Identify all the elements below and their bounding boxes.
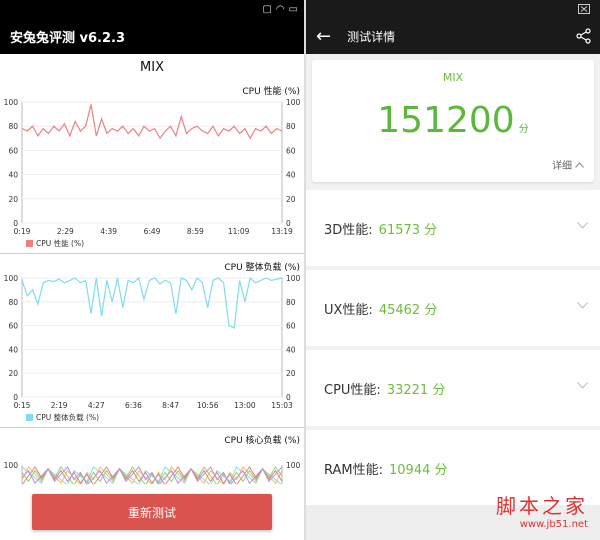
- y-tick-label-left: 100: [4, 461, 19, 470]
- row-label: RAM性能:: [324, 462, 383, 478]
- y-tick-label-left: 100: [4, 274, 19, 283]
- x-tick-label: 15:03: [271, 401, 293, 410]
- row-value: 33221 分: [386, 382, 446, 398]
- score-card: MIX 151200 分 详细: [312, 60, 594, 182]
- chevron-down-icon: [577, 302, 588, 309]
- left-screen: ▢ ◠ ▭ 安兔兔评测 v6.2.3 MIX CPU 性能 (%) 0 0 20 20…: [0, 0, 304, 540]
- score-row-cpu[interactable]: CPU性能: 33221 分: [306, 350, 600, 426]
- cpu-core-load-chart: CPU 核心负载 (%) 100 100: [0, 430, 304, 490]
- row-label: UX性能:: [324, 302, 373, 318]
- score-row-ux[interactable]: UX性能: 45462 分: [306, 270, 600, 346]
- row-value: 45462 分: [378, 302, 438, 318]
- y-tick-label-right: 100: [286, 274, 301, 283]
- y-tick-label-left: 40: [8, 171, 18, 180]
- y-tick-label-right: 60: [286, 146, 296, 155]
- x-tick-label: 10:56: [197, 401, 219, 410]
- detail-label: 详细: [552, 161, 572, 172]
- legend-label: CPU 性能 (%): [36, 239, 84, 248]
- x-tick-label: 2:19: [51, 401, 68, 410]
- series-line: [21, 104, 283, 140]
- y-tick-label-right: 20: [286, 369, 296, 378]
- status-bar: [306, 0, 600, 18]
- notification-icon: ▢: [262, 3, 272, 15]
- chart-plot: 0 020 2040 4060 6080 80100 1000:19 2:29 4:39 6:49…: [4, 98, 301, 236]
- score-device-label: MIX: [442, 71, 464, 84]
- status-bar: ▢ ◠ ▭: [0, 0, 304, 18]
- score-unit: 分: [518, 124, 529, 135]
- chart-plot: 100 100: [4, 461, 301, 490]
- y-tick-label-right: 60: [286, 322, 296, 331]
- y-tick-label-right: 40: [286, 171, 296, 180]
- chevron-down-icon: [577, 222, 588, 229]
- cpu-performance-chart: CPU 性能 (%) 0 0 20 20 40 40 60 60 80 80 100 100 0:19 2…: [0, 80, 304, 252]
- x-tick-label: 13:19: [271, 227, 293, 236]
- battery-icon: ▭: [288, 3, 298, 15]
- x-tick-label: 4:39: [100, 227, 117, 236]
- share-icon[interactable]: [576, 28, 592, 44]
- watermark: 脚本之家 www.jb51.net: [496, 490, 588, 530]
- chevron-up-icon: [575, 161, 584, 168]
- series-line: [21, 276, 283, 329]
- y-tick-label-right: 40: [286, 345, 296, 354]
- x-tick-label: 4:27: [88, 401, 105, 410]
- right-screen: ← 测试详情 MIX 151200 分 详细 3D性能: 61573 分 UX性能…: [306, 0, 600, 540]
- y-tick-label-left: 100: [4, 98, 19, 107]
- x-tick-label: 11:09: [228, 227, 250, 236]
- row-label: 3D性能:: [324, 222, 373, 238]
- x-tick-label: 13:00: [234, 401, 256, 410]
- chart-legend: CPU 整体负载 (%): [26, 412, 99, 423]
- row-label: CPU性能:: [324, 382, 381, 398]
- y-tick-label-left: 60: [8, 322, 18, 331]
- detail-link[interactable]: 详细: [552, 157, 584, 172]
- score-row-3d[interactable]: 3D性能: 61573 分: [306, 190, 600, 266]
- x-tick-label: 6:49: [144, 227, 161, 236]
- row-value: 10944 分: [389, 462, 448, 478]
- back-arrow-icon[interactable]: ←: [316, 26, 331, 47]
- y-tick-label-right: 80: [286, 122, 296, 131]
- retest-button[interactable]: 重新测试: [32, 494, 272, 530]
- app-bar: ← 测试详情: [306, 18, 600, 54]
- y-tick-label-right: 80: [286, 298, 296, 307]
- chevron-down-icon: [577, 382, 588, 389]
- chart-plot: 0 020 2040 4060 6080 80100 1000:15 2:19 4:27 6:36…: [4, 274, 301, 410]
- divider: [0, 253, 304, 254]
- total-score: 151200 分: [312, 100, 594, 141]
- watermark-title: 脚本之家: [496, 494, 588, 518]
- x-tick-label: 8:47: [162, 401, 179, 410]
- x-tick-label: 8:59: [187, 227, 204, 236]
- total-score-value: 151200: [377, 100, 515, 141]
- y-tick-label-left: 80: [8, 298, 18, 307]
- y-tick-label-left: 60: [8, 146, 18, 155]
- y-tick-label-left: 20: [8, 369, 18, 378]
- y-tick-label-left: 40: [8, 345, 18, 354]
- page-title: 测试详情: [347, 29, 396, 44]
- divider: [0, 427, 304, 428]
- legend-label: CPU 整体负载 (%): [36, 413, 99, 422]
- chart-legend: CPU 性能 (%): [26, 238, 84, 249]
- x-tick-label: 2:29: [57, 227, 74, 236]
- x-tick-label: 0:19: [14, 227, 31, 236]
- legend-swatch: [26, 240, 33, 247]
- y-tick-label-right: 100: [286, 98, 301, 107]
- y-tick-label-right: 100: [286, 461, 301, 470]
- row-value: 61573 分: [378, 222, 438, 238]
- y-tick-label-right: 20: [286, 195, 296, 204]
- cpu-load-chart: CPU 整体负载 (%) 0 0 20 20 40 40 60 60 80 80 100 100 0:1…: [0, 256, 304, 426]
- plot-frame: [21, 101, 283, 224]
- y-tick-label-left: 20: [8, 195, 18, 204]
- y-tick-label-left: 80: [8, 122, 18, 131]
- device-name: MIX: [140, 60, 164, 75]
- app-title: 安兔兔评测 v6.2.3: [0, 18, 304, 54]
- close-icon: [578, 4, 590, 14]
- x-tick-label: 0:15: [14, 401, 31, 410]
- wifi-icon: ◠: [275, 3, 285, 15]
- x-tick-label: 6:36: [125, 401, 142, 410]
- legend-swatch: [26, 414, 33, 421]
- watermark-url: www.jb51.net: [519, 519, 588, 530]
